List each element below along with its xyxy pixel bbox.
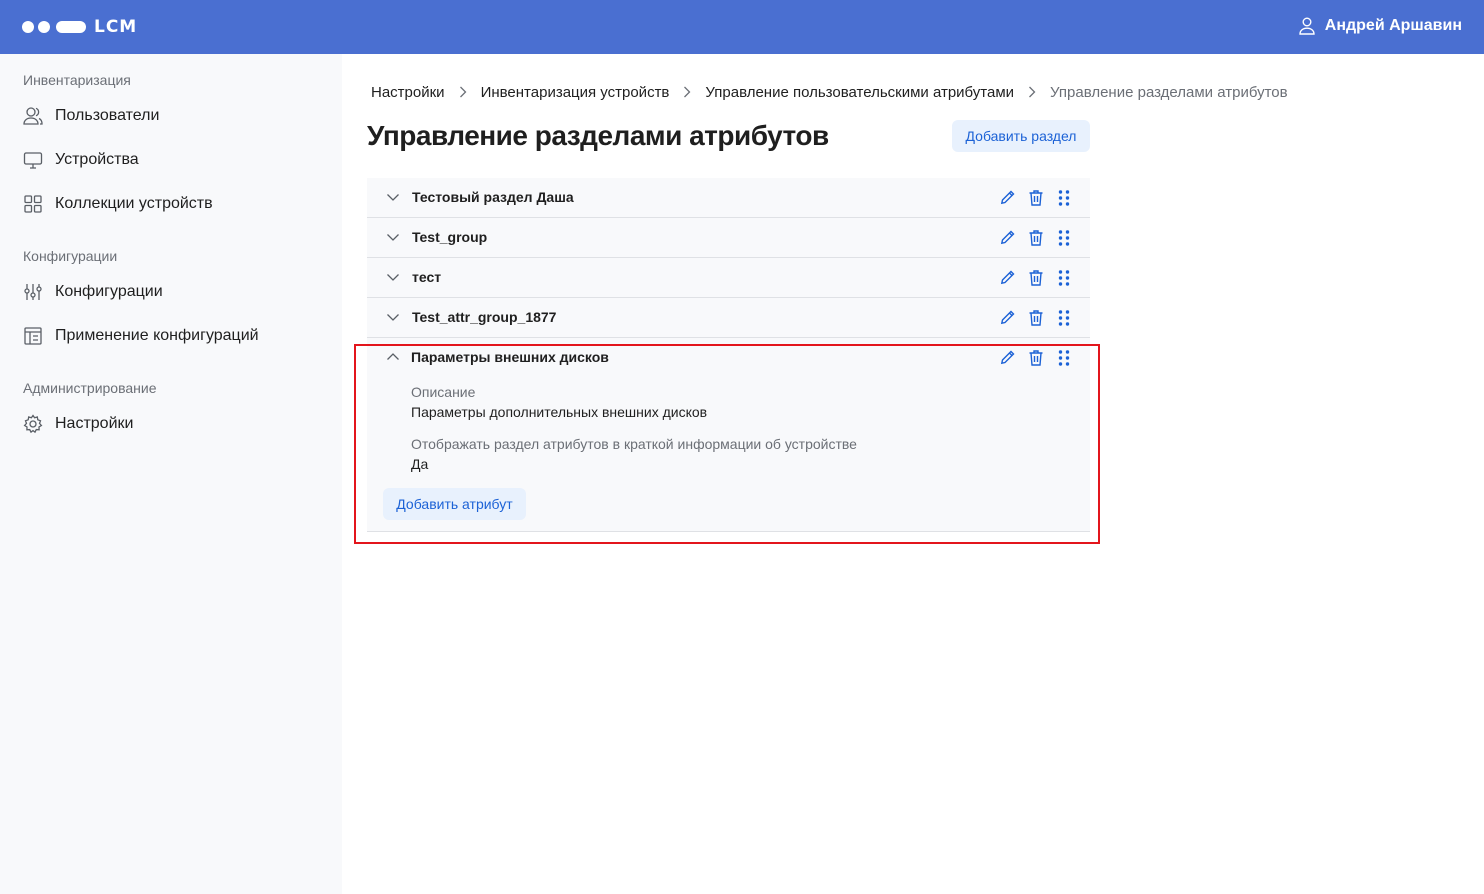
section-title: Test_attr_group_1877	[412, 309, 557, 325]
layout-icon	[24, 327, 42, 345]
breadcrumb-current: Управление разделами атрибутов	[1050, 83, 1288, 101]
sidebar-item-configurations[interactable]: Конфигурации	[23, 281, 163, 303]
section-header[interactable]: Параметры внешних дисков	[367, 338, 1090, 378]
sidebar-item-apply-configurations[interactable]: Применение конфигураций	[23, 325, 259, 347]
logo-dot	[38, 21, 50, 33]
section-row[interactable]: Test_group	[367, 218, 1090, 258]
show-in-summary-label: Отображать раздел атрибутов в краткой ин…	[411, 436, 857, 452]
sidebar-item-label: Коллекции устройств	[55, 195, 213, 212]
trash-icon[interactable]	[1028, 349, 1044, 367]
chevron-down-icon[interactable]	[386, 232, 400, 242]
breadcrumb-device-inventory[interactable]: Инвентаризация устройств	[481, 84, 670, 101]
section-title: Параметры внешних дисков	[411, 349, 609, 365]
logo-dot	[22, 21, 34, 33]
sidebar-item-users[interactable]: Пользователи	[23, 105, 159, 127]
show-in-summary-value: Да	[411, 456, 429, 472]
sidebar-item-label: Настройки	[55, 415, 134, 432]
section-title: Тестовый раздел Даша	[412, 189, 574, 205]
chevron-down-icon[interactable]	[386, 312, 400, 322]
chevron-right-icon	[1029, 86, 1036, 98]
edit-icon[interactable]	[1000, 229, 1016, 247]
section-actions	[1000, 349, 1072, 367]
edit-icon[interactable]	[1000, 309, 1016, 327]
gear-icon	[23, 414, 43, 434]
add-section-button[interactable]: Добавить раздел	[952, 120, 1090, 152]
section-actions	[1000, 269, 1072, 287]
section-title: Test_group	[412, 229, 488, 245]
sidebar-item-label: Пользователи	[55, 107, 160, 124]
sidebar-item-label: Конфигурации	[55, 283, 163, 300]
sidebar-item-label: Устройства	[55, 151, 139, 168]
sidebar-section-title: Инвентаризация	[23, 72, 131, 88]
chevron-right-icon	[684, 86, 691, 98]
trash-icon[interactable]	[1028, 309, 1044, 327]
sidebar-item-settings[interactable]: Настройки	[23, 413, 133, 435]
sidebar-item-device-collections[interactable]: Коллекции устройств	[23, 193, 213, 215]
sections-list: Тестовый раздел Даша Test_group тест Tes…	[367, 178, 1090, 532]
drag-handle-icon[interactable]	[1056, 309, 1072, 327]
edit-icon[interactable]	[1000, 269, 1016, 287]
section-title: тест	[412, 269, 442, 285]
sidebar: Инвентаризация Пользователи Устройства К…	[0, 54, 342, 894]
breadcrumb-separator	[669, 86, 705, 98]
trash-icon[interactable]	[1028, 189, 1044, 207]
page-title: Управление разделами атрибутов	[367, 120, 829, 151]
section-row-expanded: Параметры внешних дисков Описание Параме…	[367, 338, 1090, 532]
section-actions	[1000, 309, 1072, 327]
users-icon	[23, 107, 43, 125]
description-value: Параметры дополнительных внешних дисков	[411, 404, 708, 420]
chevron-down-icon[interactable]	[386, 272, 400, 282]
edit-icon[interactable]	[1000, 349, 1016, 367]
grid-icon	[24, 195, 42, 213]
sliders-icon	[24, 284, 42, 300]
top-bar: LCM Андрей Аршавин	[0, 0, 1484, 54]
user-name: Андрей Аршавин	[1324, 17, 1462, 34]
description-label: Описание	[411, 384, 476, 400]
drag-handle-icon[interactable]	[1056, 269, 1072, 287]
breadcrumb-separator	[445, 86, 481, 98]
section-row[interactable]: тест	[367, 258, 1090, 298]
sidebar-item-devices[interactable]: Устройства	[23, 149, 139, 171]
sidebar-section-title: Конфигурации	[23, 248, 118, 264]
breadcrumb-custom-attributes[interactable]: Управление пользовательскими атрибутами	[705, 84, 1014, 101]
user-menu[interactable]: Андрей Аршавин	[1299, 15, 1462, 37]
breadcrumb: Настройки Инвентаризация устройств Управ…	[371, 82, 1288, 102]
trash-icon[interactable]	[1028, 269, 1044, 287]
chevron-down-icon[interactable]	[386, 192, 400, 202]
logo-pill	[56, 21, 86, 33]
breadcrumb-separator	[1014, 86, 1050, 98]
breadcrumb-settings[interactable]: Настройки	[371, 84, 445, 101]
monitor-icon	[23, 152, 43, 169]
drag-handle-icon[interactable]	[1056, 229, 1072, 247]
trash-icon[interactable]	[1028, 229, 1044, 247]
chevron-up-icon[interactable]	[386, 352, 400, 362]
logo[interactable]: LCM	[22, 17, 137, 37]
user-icon	[1299, 17, 1315, 35]
chevron-right-icon	[459, 86, 466, 98]
edit-icon[interactable]	[1000, 189, 1016, 207]
section-row[interactable]: Тестовый раздел Даша	[367, 178, 1090, 218]
sidebar-section-title: Администрирование	[23, 380, 157, 396]
logo-text: LCM	[94, 17, 138, 37]
section-actions	[1000, 189, 1072, 207]
sidebar-item-label: Применение конфигураций	[55, 327, 259, 344]
drag-handle-icon[interactable]	[1056, 189, 1072, 207]
add-attribute-button[interactable]: Добавить атрибут	[383, 488, 526, 520]
drag-handle-icon[interactable]	[1056, 349, 1072, 367]
section-row[interactable]: Test_attr_group_1877	[367, 298, 1090, 338]
section-actions	[1000, 229, 1072, 247]
